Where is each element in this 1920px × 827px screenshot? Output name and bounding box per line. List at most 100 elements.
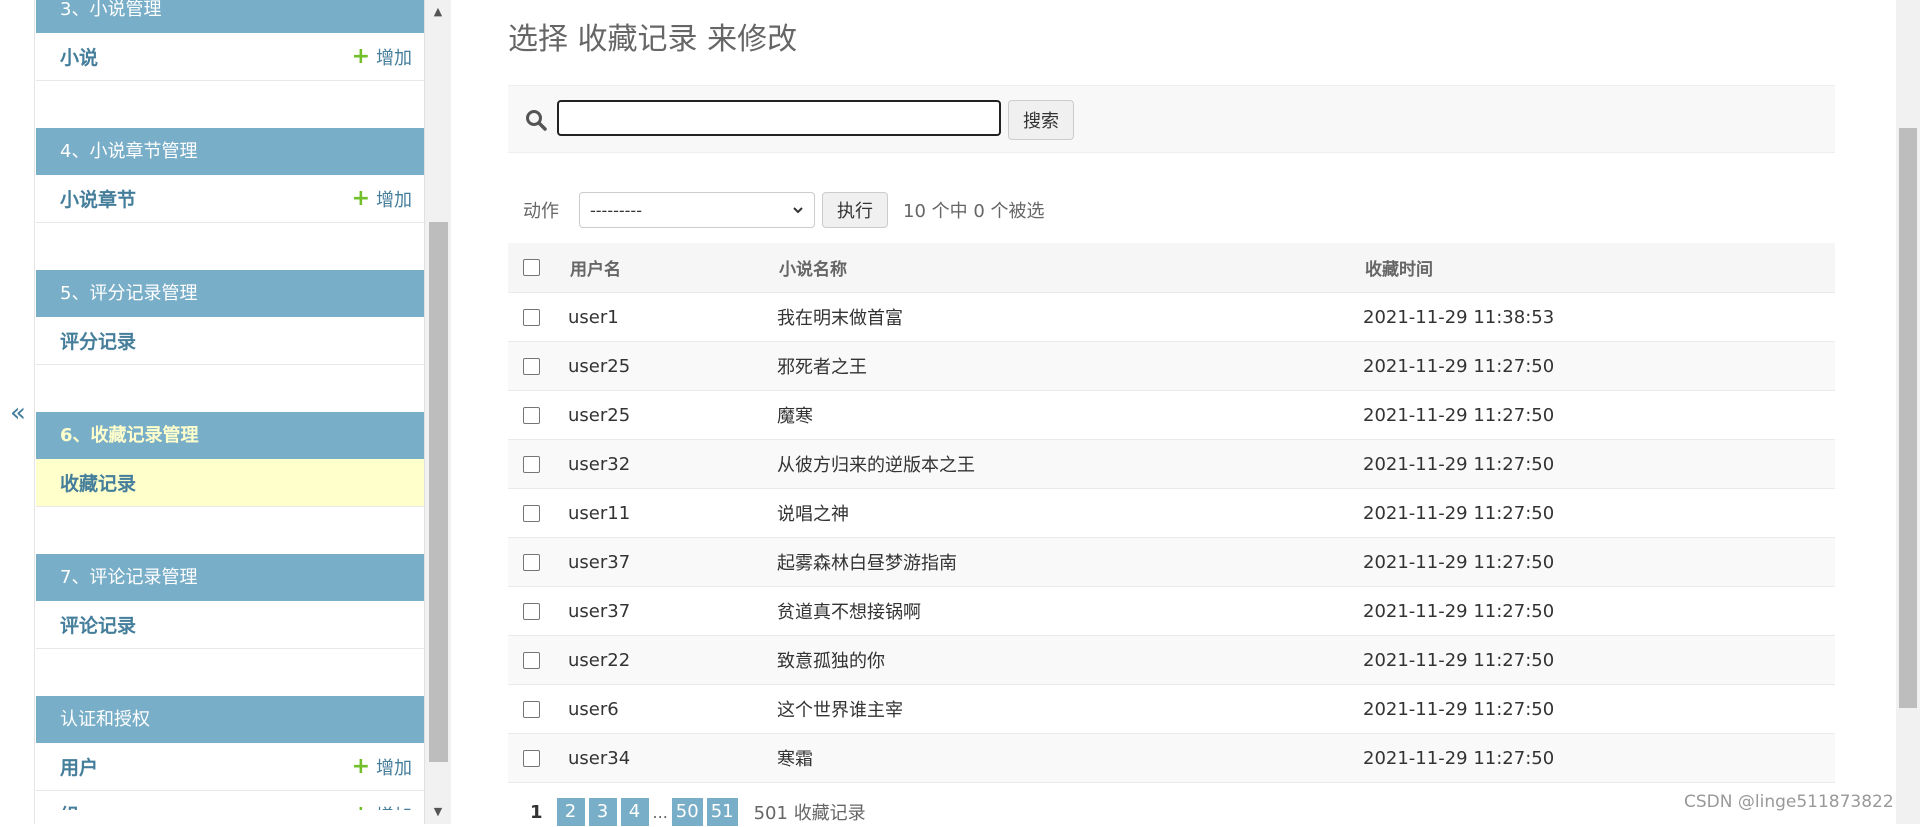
row-checkbox[interactable] [523,651,540,669]
row-checkbox[interactable] [523,700,540,718]
cell-user[interactable]: user32 [564,439,773,489]
row-checkbox[interactable] [523,406,540,424]
select-all-cell [508,243,564,293]
result-table: 用户名 小说名称 收藏时间 user1 我在明末做首富 2021-11-29 1… [508,243,1835,783]
cell-novel: 说唱之神 [773,488,1359,538]
sidebar-link-users[interactable]: 用户 [60,753,98,780]
add-label: 增加 [376,189,412,211]
row-checkbox[interactable] [523,455,540,473]
sidebar-link-rating[interactable]: 评分记录 [60,327,136,354]
sidebar-scrollbar[interactable]: ▲ ▼ [424,0,451,824]
collapse-sidebar-icon[interactable]: « [8,398,28,428]
window-scroll-thumb[interactable] [1899,128,1917,708]
column-header-time[interactable]: 收藏时间 [1359,243,1835,293]
result-count: 501 收藏记录 [753,803,866,824]
add-novel-link[interactable]: + 增加 [352,44,412,70]
cell-time: 2021-11-29 11:27:50 [1359,341,1835,391]
add-group-link[interactable]: + 增加 [352,802,412,810]
row-checkbox-cell [508,390,564,440]
scroll-down-arrow-icon[interactable]: ▼ [425,802,451,822]
select-all-checkbox[interactable] [523,259,540,276]
sidebar: 3、小说管理 小说 + 增加 4、小说章节管理 小说章节 + 增加 5、评分记录管理… [36,0,424,810]
sidebar-link-novel[interactable]: 小说 [60,43,98,70]
action-counter: 10 个中 0 个被选 [903,201,1045,222]
cell-user[interactable]: user37 [564,537,773,587]
row-checkbox[interactable] [523,357,540,375]
row-checkbox-cell [508,292,564,342]
row-checkbox[interactable] [523,749,540,767]
table-row: user1 我在明末做首富 2021-11-29 11:38:53 [508,292,1835,342]
page-link-50[interactable]: 50 [671,798,703,826]
module-auth: 认证和授权 用户 + 增加 组 + 增加 [36,696,424,810]
row-checkbox[interactable] [523,553,540,571]
cell-novel: 我在明末做首富 [773,292,1359,342]
cell-user[interactable]: user22 [564,635,773,685]
cell-user[interactable]: user11 [564,488,773,538]
module-caption-chapter[interactable]: 4、小说章节管理 [36,128,424,175]
watermark: CSDN @linge511873822 [1684,792,1894,812]
run-action-button[interactable]: 执行 [822,192,888,228]
module-novel: 3、小说管理 小说 + 增加 [36,0,424,81]
page-link-3[interactable]: 3 [588,798,617,826]
row-checkbox-cell [508,439,564,489]
table-row: user25 魔寒 2021-11-29 11:27:50 [508,390,1835,440]
cell-user[interactable]: user34 [564,733,773,783]
sidebar-item-groups: 组 + 增加 [36,791,424,810]
sidebar-link-comment[interactable]: 评论记录 [60,611,136,638]
plus-icon: + [351,185,370,211]
sidebar-item-favorite: 收藏记录 [36,459,424,507]
add-chapter-link[interactable]: + 增加 [352,186,412,212]
row-checkbox[interactable] [523,504,540,522]
page-ellipsis: ... [652,802,668,822]
row-checkbox-cell [508,341,564,391]
page-link-51[interactable]: 51 [706,798,738,826]
sidebar-item-chapter: 小说章节 + 增加 [36,175,424,223]
sidebar-link-groups[interactable]: 组 [60,801,79,810]
module-caption-novel[interactable]: 3、小说管理 [36,0,424,33]
cell-user[interactable]: user1 [564,292,773,342]
table-header-row: 用户名 小说名称 收藏时间 [508,243,1835,293]
module-caption-comment[interactable]: 7、评论记录管理 [36,554,424,601]
module-favorite: 6、收藏记录管理 收藏记录 [36,412,424,507]
cell-novel: 邪死者之王 [773,341,1359,391]
module-caption-auth[interactable]: 认证和授权 [36,696,424,743]
row-checkbox-cell [508,586,564,636]
window-scrollbar[interactable] [1896,0,1920,824]
row-checkbox-cell [508,488,564,538]
page-link-4[interactable]: 4 [620,798,649,826]
module-caption-favorite[interactable]: 6、收藏记录管理 [36,412,424,459]
table-row: user25 邪死者之王 2021-11-29 11:27:50 [508,341,1835,391]
sidebar-item-rating: 评分记录 [36,317,424,365]
row-checkbox-cell [508,635,564,685]
row-checkbox[interactable] [523,602,540,620]
cell-novel: 从彼方归来的逆版本之王 [773,439,1359,489]
sidebar-scroll-thumb[interactable] [429,222,448,762]
module-caption-rating[interactable]: 5、评分记录管理 [36,270,424,317]
cell-novel: 起雾森林白昼梦游指南 [773,537,1359,587]
scroll-up-arrow-icon[interactable]: ▲ [425,2,451,22]
cell-user[interactable]: user25 [564,390,773,440]
actions-label: 动作 [523,201,559,222]
cell-user[interactable]: user25 [564,341,773,391]
page-link-2[interactable]: 2 [556,798,585,826]
cell-time: 2021-11-29 11:27:50 [1359,537,1835,587]
cell-user[interactable]: user37 [564,586,773,636]
sidebar-item-comment: 评论记录 [36,601,424,649]
sidebar-link-favorite[interactable]: 收藏记录 [60,469,136,496]
cell-user[interactable]: user6 [564,684,773,734]
add-user-link[interactable]: + 增加 [352,754,412,780]
add-label: 增加 [376,47,412,69]
cell-novel: 致意孤独的你 [773,635,1359,685]
row-checkbox[interactable] [523,308,540,326]
column-header-user[interactable]: 用户名 [564,243,773,293]
search-input[interactable] [557,100,1001,136]
table-row: user22 致意孤独的你 2021-11-29 11:27:50 [508,635,1835,685]
action-select-value: --------- [590,200,642,220]
search-button[interactable]: 搜索 [1008,100,1074,140]
action-select[interactable]: --------- [579,192,815,228]
column-header-novel[interactable]: 小说名称 [773,243,1359,293]
plus-icon: + [352,803,370,810]
sidebar-link-chapter[interactable]: 小说章节 [60,185,136,212]
table-row: user6 这个世界谁主宰 2021-11-29 11:27:50 [508,684,1835,734]
cell-time: 2021-11-29 11:38:53 [1359,292,1835,342]
